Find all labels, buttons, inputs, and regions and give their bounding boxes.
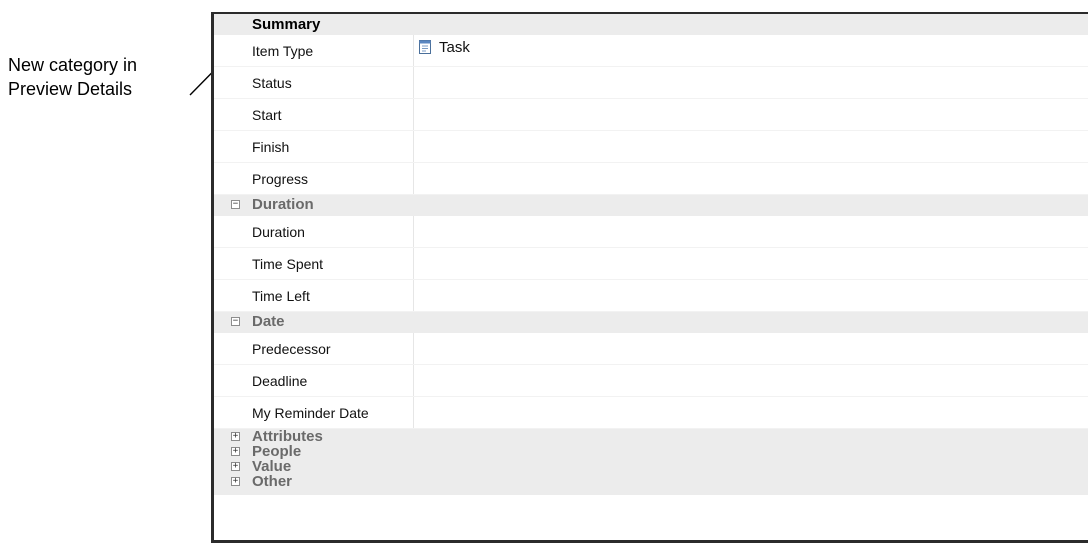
expand-icon[interactable]: + xyxy=(231,432,240,441)
property-name: Progress xyxy=(252,171,309,187)
expand-icon[interactable]: + xyxy=(231,447,240,456)
property-name: My Reminder Date xyxy=(252,405,369,421)
property-name: Finish xyxy=(252,139,290,155)
collapse-icon[interactable]: − xyxy=(231,317,240,326)
property-name: Status xyxy=(252,75,292,91)
property-row[interactable]: Finish xyxy=(214,131,1088,163)
preview-details-panel: Summary Item Type Task Status Start Fini… xyxy=(211,12,1088,543)
category-date[interactable]: − Date xyxy=(214,312,1088,333)
category-other[interactable]: + Other xyxy=(214,473,1088,490)
property-row[interactable]: My Reminder Date xyxy=(214,397,1088,429)
property-row[interactable]: Predecessor xyxy=(214,333,1088,365)
category-value[interactable]: + Value xyxy=(214,459,1088,475)
property-row[interactable]: Item Type Task xyxy=(214,35,1088,67)
expand-icon[interactable]: + xyxy=(231,477,240,486)
category-label: Summary xyxy=(252,16,321,33)
category-summary[interactable]: Summary xyxy=(214,14,1088,35)
callout-line-1: New category in xyxy=(8,55,138,75)
category-attributes[interactable]: + Attributes xyxy=(214,429,1088,445)
property-row[interactable]: Time Left xyxy=(214,280,1088,312)
property-value: Task xyxy=(418,39,470,56)
property-row[interactable]: Progress xyxy=(214,163,1088,195)
panel-bottom-spacer xyxy=(214,489,1088,495)
collapse-icon[interactable]: − xyxy=(231,200,240,209)
property-row[interactable]: Start xyxy=(214,99,1088,131)
property-row[interactable]: Duration xyxy=(214,216,1088,248)
property-name: Duration xyxy=(252,224,305,240)
task-icon xyxy=(419,40,431,54)
category-label: Date xyxy=(252,313,285,330)
category-duration[interactable]: − Duration xyxy=(214,195,1088,216)
callout-line-2: Preview Details xyxy=(8,79,133,99)
category-people[interactable]: + People xyxy=(214,444,1088,460)
item-type-value: Task xyxy=(439,39,470,56)
property-name: Time Left xyxy=(252,288,310,304)
category-label: Other xyxy=(252,473,293,490)
callout-annotation: New category in Preview Details xyxy=(8,53,137,101)
property-name: Predecessor xyxy=(252,341,331,357)
property-name: Item Type xyxy=(252,43,314,59)
property-name: Time Spent xyxy=(252,256,324,272)
property-row[interactable]: Deadline xyxy=(214,365,1088,397)
expand-icon[interactable]: + xyxy=(231,462,240,471)
category-label: Duration xyxy=(252,196,314,213)
property-name: Deadline xyxy=(252,373,308,389)
property-row[interactable]: Time Spent xyxy=(214,248,1088,280)
property-name: Start xyxy=(252,107,282,123)
property-row[interactable]: Status xyxy=(214,67,1088,99)
